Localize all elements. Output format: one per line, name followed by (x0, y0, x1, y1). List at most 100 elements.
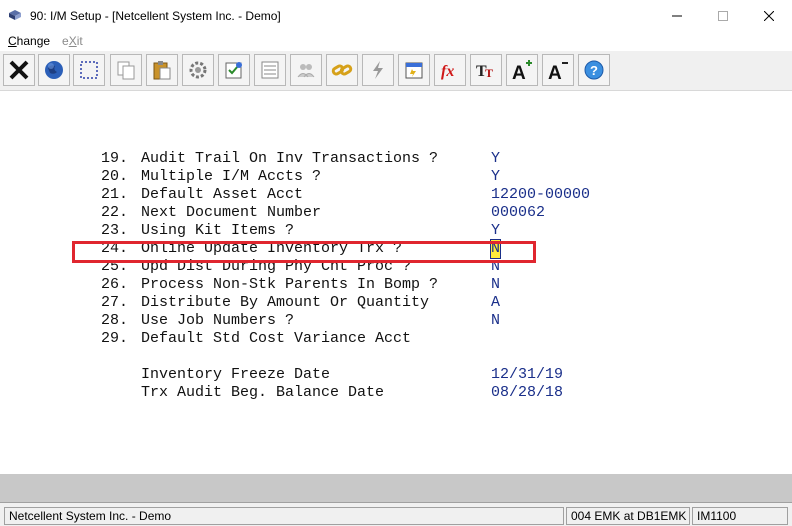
menu-exit-rest: it (76, 34, 83, 48)
window-title: 90: I/M Setup - [Netcellent System Inc. … (30, 9, 281, 23)
field-label: Process Non-Stk Parents In Bomp ? (141, 276, 439, 293)
field-row-20[interactable]: 20. Multiple I/M Accts ? Y (0, 168, 792, 186)
close-tool-button[interactable] (3, 54, 35, 86)
globe-button[interactable] (38, 54, 70, 86)
font-tt-icon: TT (476, 63, 493, 80)
select-area-icon (80, 61, 98, 79)
svg-text:A: A (548, 63, 562, 81)
field-label: Distribute By Amount Or Quantity (141, 294, 430, 311)
lightning-icon (373, 61, 383, 79)
status-user: 004 EMK at DB1EMK (566, 507, 690, 525)
field-number: 26. (101, 276, 129, 293)
chain-link-icon (331, 64, 353, 76)
increase-font-button[interactable]: A (506, 54, 538, 86)
inventory-freeze-date-row[interactable]: Inventory Freeze Date 12/31/19 (0, 366, 792, 384)
field-label: Audit Trail On Inv Transactions ? (141, 150, 439, 167)
field-value[interactable]: N (491, 312, 500, 330)
field-row-28[interactable]: 28. Use Job Numbers ? N (0, 312, 792, 330)
highlight-annotation-box (72, 241, 536, 263)
paste-icon (153, 61, 171, 80)
field-row-26[interactable]: 26. Process Non-Stk Parents In Bomp ? N (0, 276, 792, 294)
function-fx-icon: fx (441, 63, 454, 80)
menu-change[interactable]: Change (8, 34, 50, 48)
globe-icon (45, 61, 63, 79)
field-value[interactable]: Y (491, 222, 500, 240)
field-row-19[interactable]: 19. Audit Trail On Inv Transactions ? Y (0, 150, 792, 168)
setup-form: 19. Audit Trail On Inv Transactions ? Y 20… (0, 92, 792, 474)
calendar-button[interactable] (398, 54, 430, 86)
function-button[interactable]: fx (434, 54, 466, 86)
calendar-icon (405, 62, 423, 79)
menu-exit-pre: e (62, 34, 69, 48)
svg-text:A: A (512, 63, 526, 81)
field-label: Trx Audit Beg. Balance Date (141, 384, 385, 401)
svg-text:T: T (485, 66, 493, 80)
trx-audit-date-row[interactable]: Trx Audit Beg. Balance Date 08/28/18 (0, 384, 792, 402)
copy-icon (117, 61, 135, 80)
field-number: 29. (101, 330, 129, 347)
svg-text:?: ? (590, 63, 598, 78)
field-label: Using Kit Items ? (141, 222, 295, 239)
minimize-icon (672, 15, 682, 16)
close-window-button[interactable] (746, 0, 792, 31)
field-value[interactable]: 000062 (491, 204, 545, 222)
field-number: 28. (101, 312, 129, 329)
form-check-icon (225, 62, 242, 79)
toolbar: fx TT A A ? (0, 51, 792, 91)
field-row-22[interactable]: 22. Next Document Number 000062 (0, 204, 792, 222)
field-number: 27. (101, 294, 129, 311)
close-x-icon (9, 60, 29, 80)
field-row-29[interactable]: 29. Default Std Cost Variance Acct (0, 330, 792, 348)
title-bar: 90: I/M Setup - [Netcellent System Inc. … (0, 0, 792, 31)
menu-change-mnemonic: C (8, 34, 17, 48)
field-value[interactable]: A (491, 294, 500, 312)
field-label: Multiple I/M Accts ? (141, 168, 322, 185)
maximize-icon (718, 10, 728, 21)
field-value[interactable]: Y (491, 150, 500, 168)
maximize-button[interactable] (700, 0, 746, 31)
increase-font-icon: A (512, 60, 532, 81)
paste-button[interactable] (146, 54, 178, 86)
field-label: Default Std Cost Variance Acct (141, 330, 412, 347)
field-value[interactable]: Y (491, 168, 500, 186)
font-button[interactable]: TT (470, 54, 502, 86)
check-form-button[interactable] (218, 54, 250, 86)
field-value[interactable]: N (491, 276, 500, 294)
select-button[interactable] (73, 54, 105, 86)
menu-change-rest: hange (16, 34, 51, 48)
field-number: 23. (101, 222, 129, 239)
users-button[interactable] (290, 54, 322, 86)
help-button[interactable]: ? (578, 54, 610, 86)
menu-exit[interactable]: eXit (62, 34, 83, 48)
field-label: Use Job Numbers ? (141, 312, 295, 329)
status-company: Netcellent System Inc. - Demo (4, 507, 564, 525)
help-icon: ? (584, 60, 604, 80)
list-button[interactable] (254, 54, 286, 86)
lightning-button[interactable] (362, 54, 394, 86)
svg-text:fx: fx (441, 63, 454, 80)
decrease-font-icon: A (548, 62, 568, 81)
gear-icon (189, 61, 207, 79)
minimize-button[interactable] (654, 0, 700, 31)
field-value[interactable]: 12/31/19 (491, 366, 563, 384)
field-label: Next Document Number (141, 204, 322, 221)
settings-button[interactable] (182, 54, 214, 86)
field-number: 21. (101, 186, 129, 203)
field-number: 22. (101, 204, 129, 221)
field-number: 20. (101, 168, 129, 185)
status-module: IM1100 (692, 507, 788, 525)
field-row-23[interactable]: 23. Using Kit Items ? Y (0, 222, 792, 240)
field-row-21[interactable]: 21. Default Asset Acct 12200-00000 (0, 186, 792, 204)
field-value[interactable]: 12200-00000 (491, 186, 590, 204)
menu-bar: Change eXit (0, 31, 792, 51)
list-icon (261, 61, 279, 79)
users-icon (297, 64, 315, 78)
close-icon (764, 10, 774, 21)
decrease-font-button[interactable]: A (542, 54, 574, 86)
copy-button[interactable] (110, 54, 142, 86)
app-icon (9, 10, 21, 20)
link-button[interactable] (326, 54, 358, 86)
field-value[interactable]: 08/28/18 (491, 384, 563, 402)
field-row-27[interactable]: 27. Distribute By Amount Or Quantity A (0, 294, 792, 312)
message-area (0, 474, 792, 502)
